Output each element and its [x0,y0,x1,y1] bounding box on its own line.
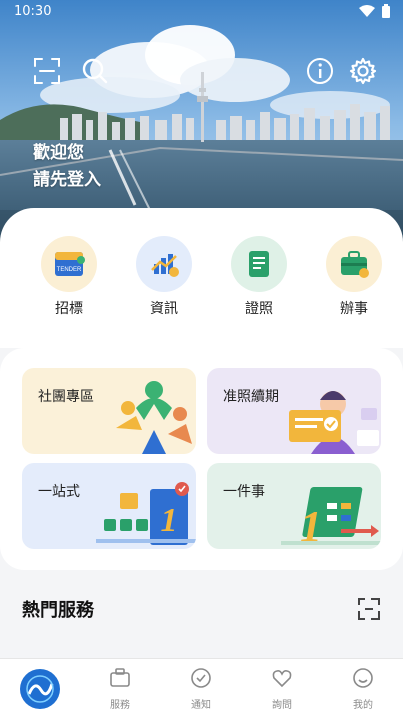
license-document-icon [231,236,287,292]
svg-text:1: 1 [161,502,178,539]
quick-action-label: 辦事 [340,301,368,317]
macau-logo-icon [26,675,54,703]
tile-community[interactable]: 社團專區 [22,368,196,454]
tile-one-matter[interactable]: 一件事 1 [207,463,381,549]
tile-license-renewal[interactable]: 准照續期 [207,368,381,454]
customize-grid-icon[interactable] [357,597,381,621]
tender-icon: TENDER [41,236,97,292]
tile-label: 准照續期 [223,389,279,405]
tender-badge-text: TENDER [57,267,82,273]
tab-enquiry[interactable]: 詢問 [257,667,307,711]
tab-services[interactable]: 服務 [95,667,145,711]
battery-icon [382,4,390,18]
settings-gear-icon[interactable] [348,56,378,86]
one-stop-illustration: 1 [96,482,196,545]
tab-label: 我的 [353,700,373,711]
tab-label: 詢問 [272,700,292,711]
tab-label: 服務 [110,700,130,711]
enquiry-heart-icon [272,670,292,688]
quick-action-info[interactable]: 資訊 [136,236,192,318]
quick-action-label: 資訊 [150,301,178,317]
search-icon[interactable] [80,56,110,86]
quick-action-tender[interactable]: TENDER 招標 [41,236,97,318]
welcome-line: 歡迎您 [33,143,84,163]
one-matter-illustration: 1 [281,487,381,549]
login-prompt[interactable]: 請先登入 [33,167,101,194]
quick-action-label: 招標 [55,301,83,317]
notification-check-icon [191,668,211,688]
info-chart-icon [136,236,192,292]
tile-label: 一站式 [38,484,80,500]
profile-face-icon [353,668,373,688]
tile-label: 社團專區 [38,389,94,405]
bottom-tab-bar: 服務 通知 詢問 我的 [0,658,403,719]
tab-profile[interactable]: 我的 [338,667,388,711]
tile-label: 一件事 [223,484,265,500]
status-time: 10:30 [14,4,52,19]
quick-action-label: 證照 [245,301,273,317]
briefcase-icon [326,236,382,292]
info-icon[interactable] [305,56,335,86]
scan-icon[interactable] [32,56,62,86]
license-renewal-illustration [289,391,379,454]
tab-label: 通知 [191,700,211,711]
quick-action-affairs[interactable]: 辦事 [326,236,382,318]
home-logo-button[interactable] [20,669,60,709]
popular-services-title: 熱門服務 [22,600,94,621]
tile-one-stop[interactable]: 一站式 1 [22,463,196,549]
wifi-icon [359,5,375,17]
briefcase-tab-icon [110,668,130,687]
tab-notifications[interactable]: 通知 [176,667,226,711]
status-bar: 10:30 [0,0,403,24]
quick-action-license[interactable]: 證照 [231,236,287,318]
welcome-text[interactable]: 歡迎您 請先登入 [33,140,101,194]
community-people-illustration [116,381,192,454]
